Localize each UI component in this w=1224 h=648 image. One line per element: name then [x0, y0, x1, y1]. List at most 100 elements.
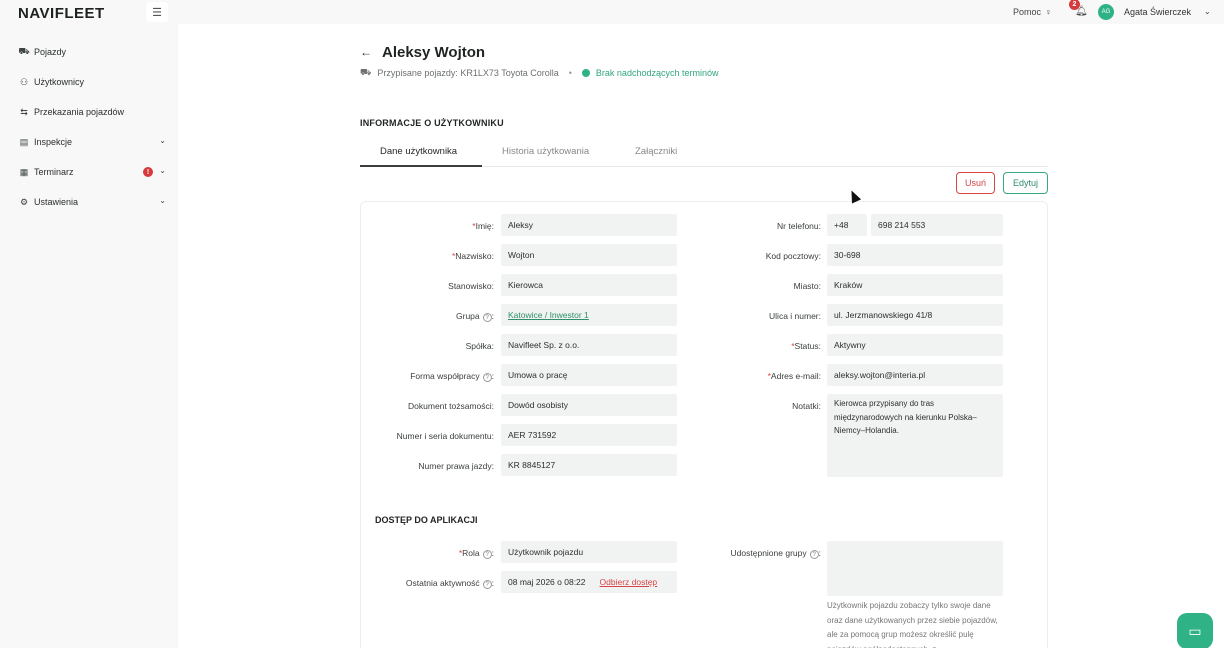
status-label: *Status: [791, 341, 821, 351]
email-field[interactable]: aleksy.wojton@interia.pl [827, 364, 1003, 386]
group-link[interactable]: Katowice / Inwestor 1 [508, 310, 589, 320]
lightbulb-icon: ♀ [1045, 7, 1052, 17]
arrow-left-icon[interactable]: ← [360, 45, 372, 59]
document-number-label: Numer i seria dokumentu: [396, 431, 494, 441]
active-tab-indicator [360, 165, 482, 167]
city-label: Miasto: [793, 281, 821, 291]
cooperation-label: Forma współpracy?: [410, 371, 494, 382]
deadline-status: Brak nadchodzących terminów [595, 68, 719, 78]
help-icon[interactable]: ? [482, 550, 492, 559]
street-label: Ulica i numer: [769, 311, 821, 321]
swap-icon: ⇆ [20, 106, 28, 117]
group-field[interactable]: Katowice / Inwestor 1 [501, 304, 677, 326]
car-icon: ⛟ [18, 46, 30, 56]
tabs: Dane użytkownika Historia użytkowania Za… [360, 140, 1048, 167]
sidebar: NAVIFLEET ☰ ⛟ Pojazdy ⚇ Użytkownicy ⇆ Pr… [0, 0, 178, 648]
chevron-down-icon: ⌄ [159, 196, 166, 205]
last-activity-field: 08 maj 2026 o 08:22 Odbierz dostęp [501, 571, 677, 593]
sidebar-item-handovers[interactable]: ⇆ Przekazania pojazdów [0, 98, 178, 126]
first-name-field[interactable]: Aleksy [501, 214, 677, 236]
sidebar-item-vehicles[interactable]: ⛟ Pojazdy [0, 38, 178, 66]
position-label: Stanowisko: [448, 281, 494, 291]
chevron-down-icon[interactable]: ⌄ [1204, 7, 1211, 16]
help-icon[interactable]: ? [482, 313, 492, 322]
clipboard-icon: ▤ [19, 136, 29, 147]
chat-button[interactable]: ▭ [1177, 613, 1213, 648]
calendar-icon: ▦ [19, 166, 29, 177]
tab-attachments[interactable]: Załączniki [635, 146, 677, 157]
last-activity-value: 08 maj 2026 o 08:22 [508, 577, 586, 587]
shared-groups-label: Udostępnione grupy?: [730, 548, 821, 559]
car-icon: ⛟ [360, 67, 372, 77]
gear-icon: ⚙ [19, 196, 29, 207]
avatar[interactable]: AG [1098, 4, 1114, 20]
first-name-label: *Imię: [472, 221, 494, 231]
delete-button[interactable]: Usuń [956, 172, 995, 194]
help-button[interactable]: Pomoc ♀ [1013, 7, 1052, 17]
user-details-card: *Imię: Aleksy *Nazwisko: Wojton Stanowis… [360, 201, 1048, 648]
menu-collapse-icon: ☰ [152, 6, 162, 19]
sidebar-item-users[interactable]: ⚇ Użytkownicy [0, 68, 178, 96]
sidebar-item-inspections[interactable]: ▤ Inspekcje ⌄ [0, 128, 178, 156]
page-subtitle: ⛟ Przypisane pojazdy: KR1LX73 Toyota Cor… [360, 67, 718, 79]
license-number-label: Numer prawa jazdy: [418, 461, 494, 471]
company-field[interactable]: Navifleet Sp. z o.o. [501, 334, 677, 356]
sidebar-item-label: Inspekcje [34, 137, 73, 147]
street-field[interactable]: ul. Jerzmanowskiego 41/8 [827, 304, 1003, 326]
sidebar-nav: ⛟ Pojazdy ⚇ Użytkownicy ⇆ Przekazania po… [0, 38, 178, 218]
collapse-sidebar-button[interactable]: ☰ [146, 2, 168, 22]
users-icon: ⚇ [19, 76, 29, 87]
phone-number-field[interactable]: 698 214 553 [871, 214, 1003, 236]
access-section-title: DOSTĘP DO APLIKACJI [375, 515, 478, 525]
last-activity-label: Ostatnia aktywność?: [405, 578, 494, 589]
shared-groups-help-text: Użytkownik pojazdu zobaczy tylko swoje d… [827, 601, 998, 648]
role-label: *Rola?: [458, 548, 494, 559]
zip-label: Kod pocztowy: [765, 251, 821, 261]
app-logo[interactable]: NAVIFLEET [18, 5, 105, 22]
phone-label: Nr telefonu: [777, 221, 821, 231]
notifications-button[interactable]: 2 🔔︎ [1069, 0, 1088, 17]
revoke-access-link[interactable]: Odbierz dostęp [600, 577, 658, 587]
role-field[interactable]: Użytkownik pojazdu [501, 541, 677, 563]
notes-field[interactable]: Kierowca przypisany do tras międzynarodo… [827, 394, 1003, 477]
chevron-down-icon: ⌄ [159, 136, 166, 145]
alert-badge: ! [143, 167, 153, 177]
separator: • [568, 68, 572, 78]
sidebar-item-label: Terminarz [34, 167, 74, 177]
id-document-label: Dokument tożsamości: [408, 401, 494, 411]
tab-usage-history[interactable]: Historia użytkowania [502, 146, 589, 157]
last-name-field[interactable]: Wojton [501, 244, 677, 266]
shared-groups-field[interactable] [827, 541, 1003, 596]
sidebar-item-calendar[interactable]: ▦ Terminarz ! ⌄ [0, 158, 178, 186]
sidebar-item-label: Przekazania pojazdów [34, 107, 125, 117]
last-name-label: *Nazwisko: [451, 251, 494, 261]
sidebar-item-settings[interactable]: ⚙ Ustawienia ⌄ [0, 188, 178, 216]
help-label: Pomoc [1013, 7, 1042, 17]
edit-button[interactable]: Edytuj [1003, 172, 1048, 194]
status-field[interactable]: Aktywny [827, 334, 1003, 356]
help-icon[interactable]: ? [809, 550, 819, 559]
main-content: ← Aleksy Wojton ⛟ Przypisane pojazdy: KR… [178, 24, 1224, 648]
tab-user-data[interactable]: Dane użytkownika [380, 146, 457, 157]
group-label: Grupa?: [456, 311, 494, 322]
help-icon[interactable]: ? [482, 373, 492, 382]
sidebar-item-label: Ustawienia [34, 197, 79, 207]
zip-field[interactable]: 30-698 [827, 244, 1003, 266]
document-number-field[interactable]: AER 731592 [501, 424, 677, 446]
chevron-down-icon: ⌄ [159, 166, 166, 175]
city-field[interactable]: Kraków [827, 274, 1003, 296]
help-icon[interactable]: ? [482, 580, 492, 589]
section-title: INFORMACJE O UŻYTKOWNIKU [360, 118, 504, 128]
cooperation-field[interactable]: Umowa o pracę [501, 364, 677, 386]
id-document-field[interactable]: Dowód osobisty [501, 394, 677, 416]
license-number-field[interactable]: KR 8845127 [501, 454, 677, 476]
notes-label: Notatki: [792, 401, 821, 411]
top-bar: Pomoc ♀ 2 🔔︎ AG Agata Świerczek ⌄ [178, 0, 1224, 24]
chat-icon: ▭ [1188, 622, 1202, 639]
phone-prefix-field[interactable]: +48 [827, 214, 867, 236]
status-dot [581, 69, 590, 77]
user-name[interactable]: Agata Świerczek [1124, 7, 1191, 17]
assigned-vehicles: Przypisane pojazdy: KR1LX73 Toyota Corol… [377, 68, 559, 78]
sidebar-item-label: Pojazdy [34, 47, 67, 57]
position-field[interactable]: Kierowca [501, 274, 677, 296]
